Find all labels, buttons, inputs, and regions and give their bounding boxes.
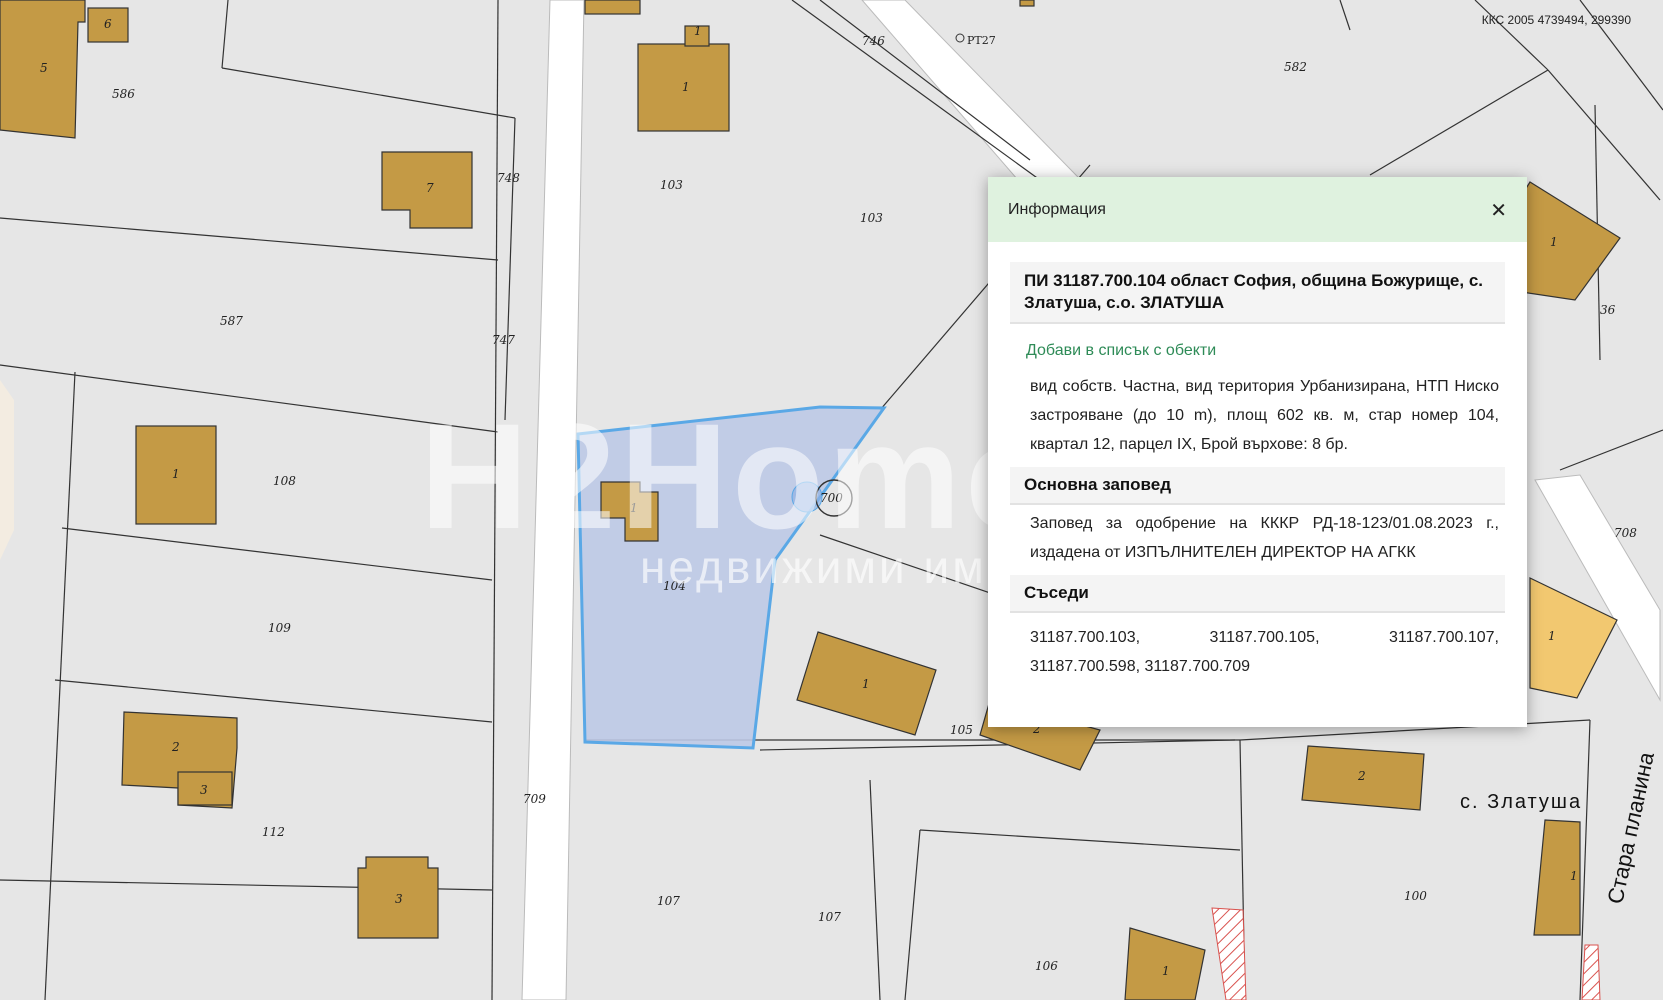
building-label: 1 [172, 467, 180, 481]
neighbor-item: 31187.700.105, [1209, 629, 1320, 646]
building-label: 2 [171, 740, 180, 754]
popup-title: Информация [1008, 200, 1106, 218]
building-label: 2 [1357, 769, 1366, 783]
popup-header: Информация ✕ [988, 177, 1527, 242]
parcel-label: 700 [820, 491, 843, 505]
neighbor-item: 31187.700.709 [1144, 658, 1251, 675]
building-label: 1 [630, 501, 638, 515]
order-heading: Основна заповед [1010, 467, 1505, 505]
neighbors-heading: Съседи [1010, 575, 1505, 613]
building-label: 5 [40, 61, 48, 75]
add-to-list-link[interactable]: Добави в списък с обекти [1026, 342, 1489, 360]
parcel-label: 103 [660, 178, 683, 192]
parcel-label: 107 [818, 910, 841, 924]
neighbor-item: 31187.700.103, [1030, 629, 1141, 646]
neighbors-list: 31187.700.103, 31187.700.105, 31187.700.… [1010, 613, 1505, 689]
parcel-label: 746 [862, 34, 885, 48]
parcel-label: 587 [220, 314, 243, 328]
parcel-label: 36 [1600, 303, 1616, 317]
building-label: 6 [104, 17, 112, 31]
building-label: 1 [1548, 629, 1556, 643]
building-label: 1 [694, 24, 702, 38]
parcel-label: 747 [492, 333, 515, 347]
neighbor-item: 31187.700.598, [1030, 658, 1141, 675]
parcel-label: 709 [523, 792, 546, 806]
building-label: 7 [426, 181, 434, 195]
village-label: с. Златуша [1460, 791, 1582, 813]
building-label: 1 [1162, 964, 1170, 978]
parcel-label: 586 [112, 87, 135, 101]
parcel-label: 100 [1404, 889, 1427, 903]
parcel-label: 582 [1284, 60, 1307, 74]
parcel-label: 748 [497, 171, 520, 185]
parcel-label: 112 [262, 825, 285, 839]
info-popup: Информация ✕ ПИ 31187.700.104 област Соф… [988, 177, 1527, 727]
close-icon[interactable]: ✕ [1490, 198, 1507, 222]
popup-body: ПИ 31187.700.104 област София, община Бо… [988, 242, 1527, 689]
point-label: РТ27 [967, 34, 996, 47]
building-label: 3 [200, 783, 208, 797]
parcel-label: 103 [860, 211, 883, 225]
building-label: 1 [1570, 869, 1578, 883]
order-text: Заповед за одобрение на КККР РД-18-123/0… [1030, 515, 1499, 561]
parcel-label: 106 [1035, 959, 1058, 973]
coordinates-readout: ККС 2005 4739494, 299390 [1481, 13, 1631, 27]
building-label: 1 [1550, 235, 1558, 249]
neighbor-item: 31187.700.107, [1388, 629, 1499, 646]
parcel-details: вид собств. Частна, вид територия Урбани… [1030, 378, 1499, 453]
parcel-label: 108 [273, 474, 296, 488]
building-label: 1 [862, 677, 870, 691]
parcel-label: 107 [657, 894, 680, 908]
parcel-label: 104 [663, 579, 686, 593]
parcel-label: 109 [268, 621, 291, 635]
parcel-heading: ПИ 31187.700.104 област София, община Бо… [1010, 262, 1505, 324]
building-label: 1 [682, 80, 690, 94]
parcel-label: 105 [950, 723, 973, 737]
parcel-label: 708 [1614, 526, 1637, 540]
building-label: 3 [395, 892, 403, 906]
